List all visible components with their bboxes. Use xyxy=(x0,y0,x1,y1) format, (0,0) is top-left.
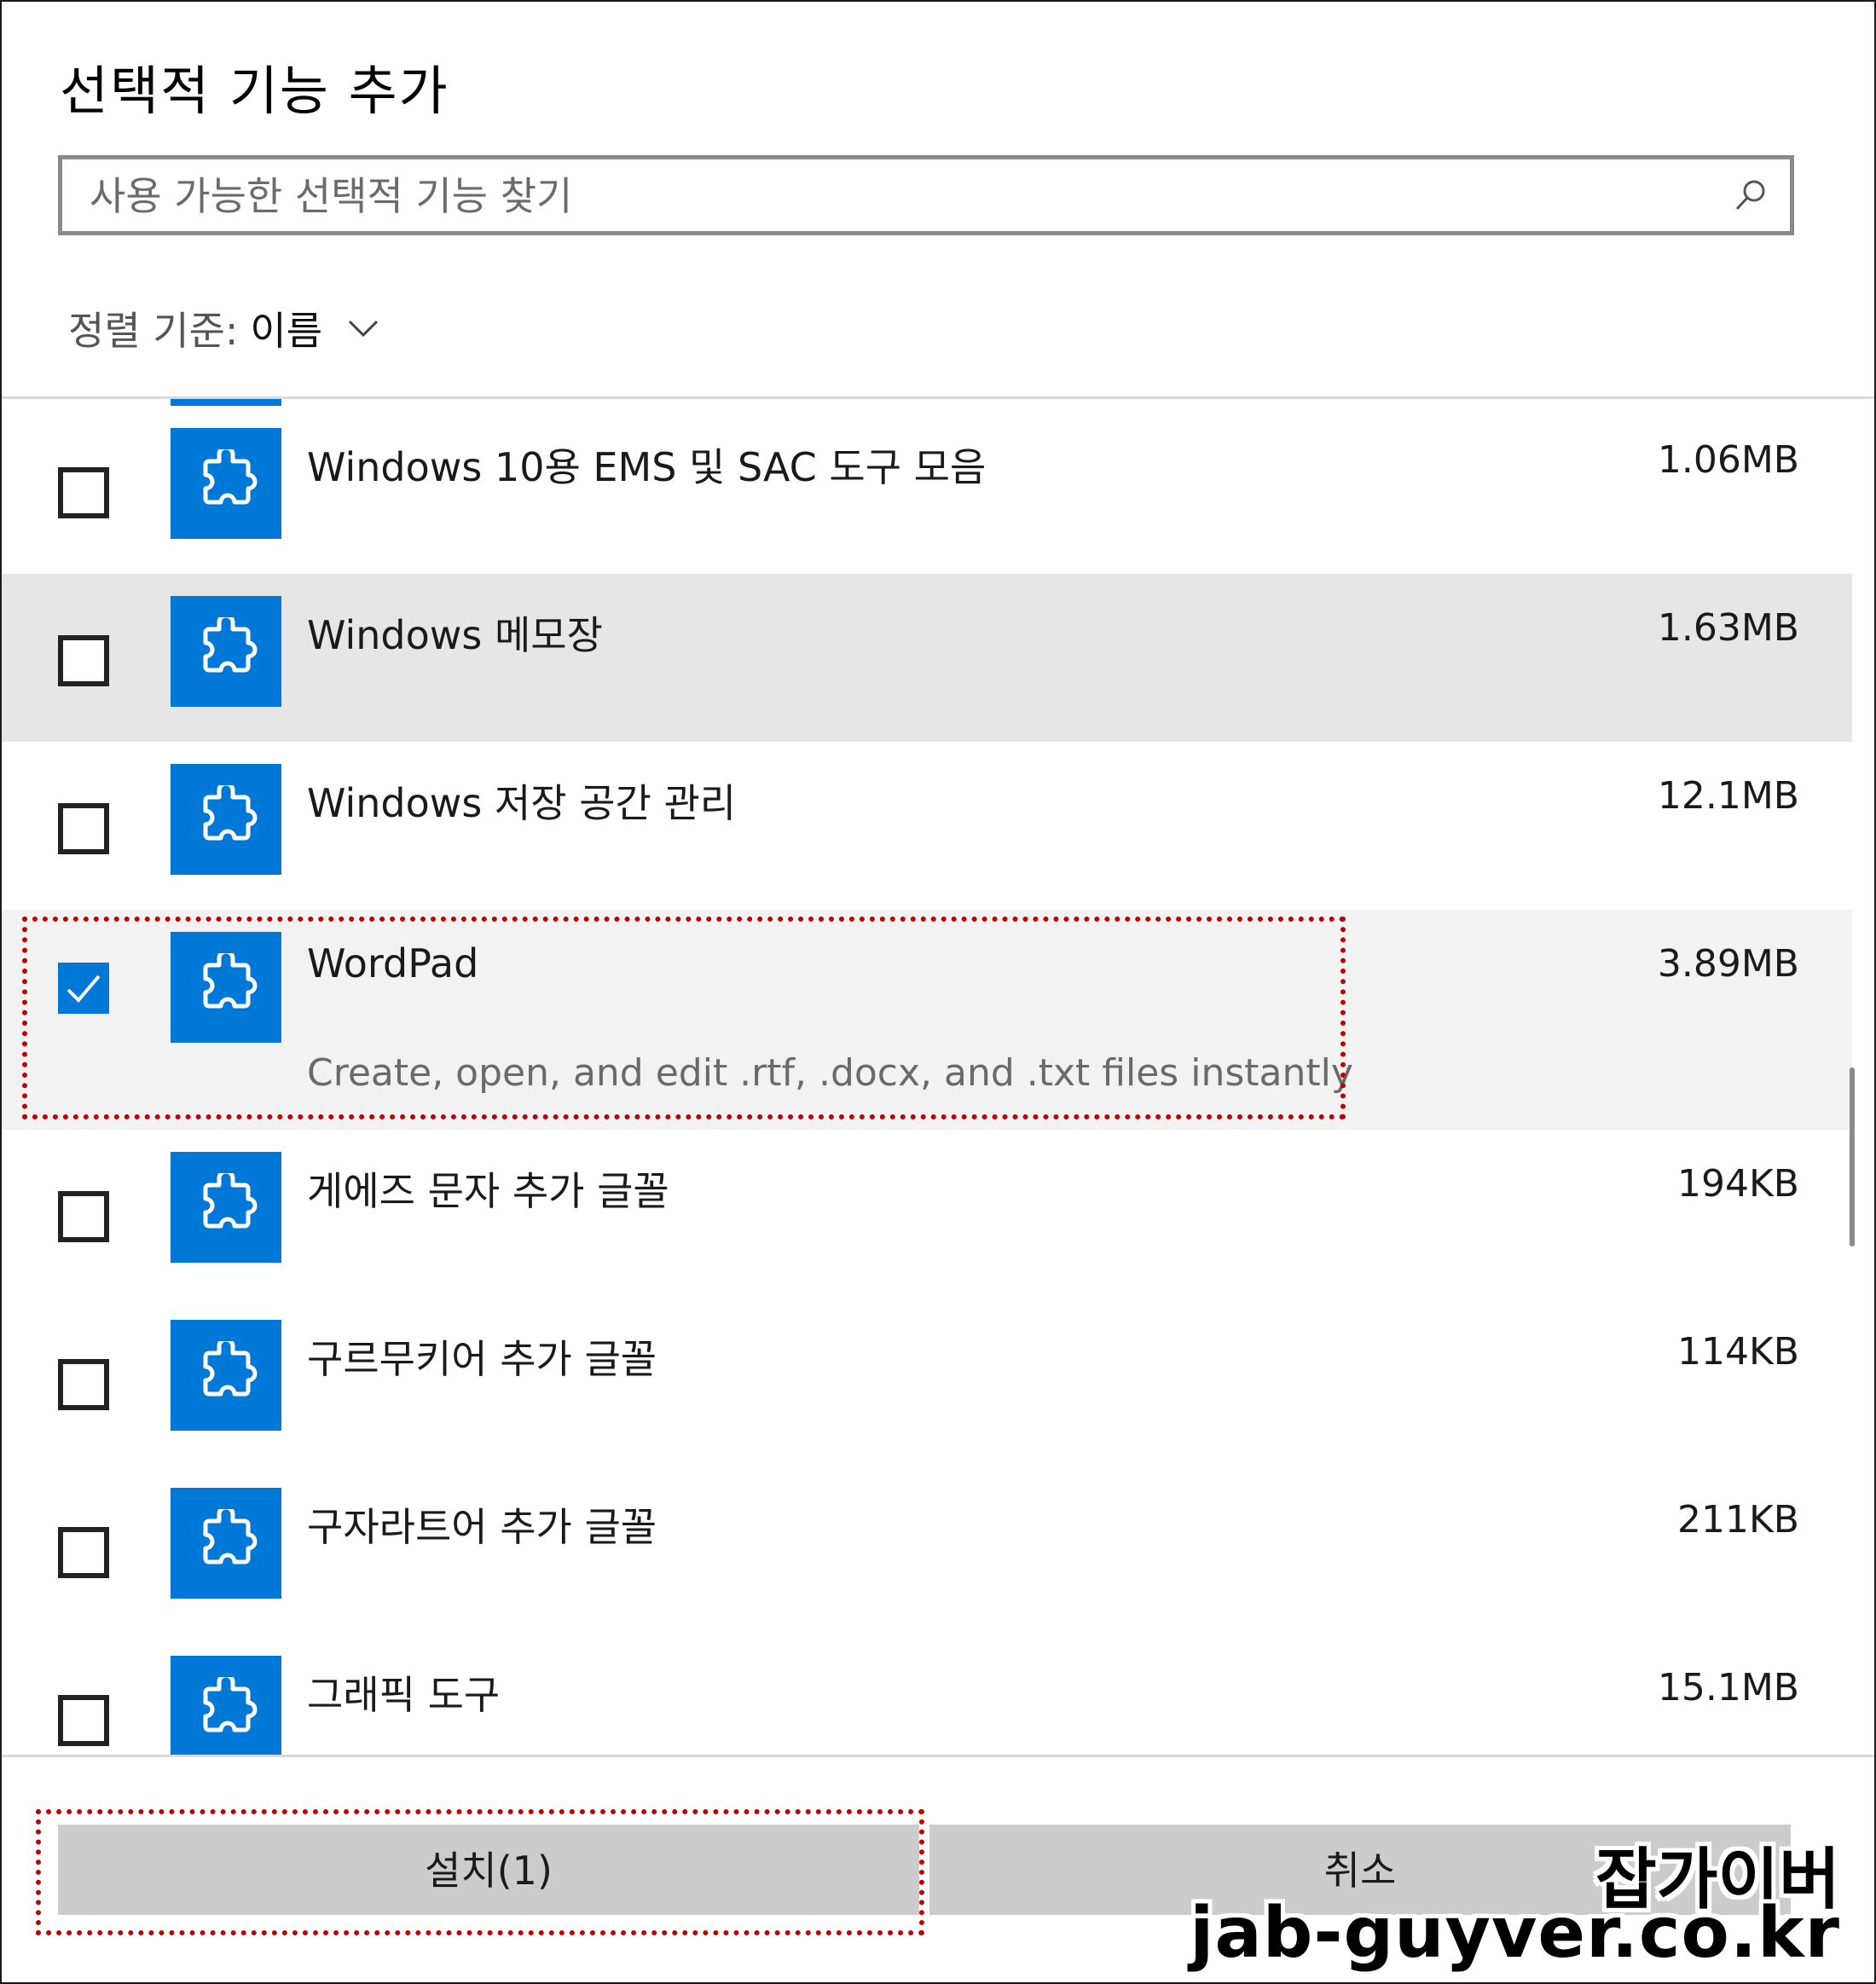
feature-description: Create, open, and edit .rtf, .docx, and … xyxy=(307,1051,1353,1095)
puzzle-piece-icon xyxy=(171,1656,281,1755)
checkbox[interactable] xyxy=(58,467,109,518)
feature-row[interactable]: Windows 10용 EMS 및 SAC 도구 모음 1.06MB xyxy=(2,406,1852,574)
search-input[interactable] xyxy=(88,159,1711,233)
scrollbar[interactable] xyxy=(1850,1067,1855,1247)
feature-size: 3.89MB xyxy=(1657,942,1799,986)
puzzle-piece-icon xyxy=(171,596,281,707)
feature-row[interactable]: Windows 저장 공간 관리 12.1MB xyxy=(2,742,1852,910)
feature-name: Windows 메모장 xyxy=(307,612,603,658)
checkbox[interactable] xyxy=(58,803,109,854)
feature-row[interactable]: 게에즈 문자 추가 글꼴 194KB xyxy=(2,1130,1852,1298)
feature-size: 1.06MB xyxy=(1657,438,1799,482)
feature-name: Windows 10용 EMS 및 SAC 도구 모음 xyxy=(307,444,987,490)
puzzle-piece-icon xyxy=(171,764,281,875)
feature-row[interactable]: 구르무키어 추가 글꼴 114KB xyxy=(2,1298,1852,1466)
feature-size: 114KB xyxy=(1676,1330,1799,1374)
feature-name: Windows 저장 공간 관리 xyxy=(307,780,737,826)
feature-icon-partial xyxy=(171,399,281,406)
checkbox[interactable] xyxy=(58,1191,109,1242)
feature-row[interactable]: 구자라트어 추가 글꼴 211KB xyxy=(2,1466,1852,1634)
puzzle-piece-icon xyxy=(171,1152,281,1263)
puzzle-piece-icon xyxy=(171,932,281,1043)
feature-list[interactable]: Windows 10용 EMS 및 SAC 도구 모음 1.06MB Windows… xyxy=(2,399,1874,1755)
search-icon[interactable] xyxy=(1734,178,1768,212)
feature-size: 15.1MB xyxy=(1657,1666,1799,1709)
checkbox[interactable] xyxy=(58,635,109,686)
footer-divider xyxy=(2,1755,1874,1757)
checkbox[interactable] xyxy=(58,1359,109,1410)
feature-row[interactable]: 그래픽 도구 15.1MB xyxy=(2,1634,1852,1755)
feature-row[interactable]: Windows 메모장 1.63MB xyxy=(2,574,1852,742)
feature-size: 1.63MB xyxy=(1657,606,1799,650)
puzzle-piece-icon xyxy=(171,1320,281,1431)
sort-value[interactable]: 이름 xyxy=(250,300,322,356)
install-button[interactable]: 설치(1) xyxy=(58,1825,919,1915)
checkbox-checked[interactable] xyxy=(58,963,109,1014)
feature-size: 211KB xyxy=(1676,1498,1799,1542)
watermark-url: jab-guyver.co.kr xyxy=(1190,1893,1840,1974)
feature-name: WordPad xyxy=(307,940,479,986)
feature-name: 구자라트어 추가 글꼴 xyxy=(307,1504,657,1550)
search-box[interactable] xyxy=(58,155,1794,235)
feature-name: 구르무키어 추가 글꼴 xyxy=(307,1336,657,1382)
feature-name: 게에즈 문자 추가 글꼴 xyxy=(307,1168,669,1214)
feature-size: 12.1MB xyxy=(1657,774,1799,818)
feature-size: 194KB xyxy=(1676,1162,1799,1206)
chevron-down-icon[interactable] xyxy=(346,311,380,345)
puzzle-piece-icon xyxy=(171,1488,281,1599)
optional-features-dialog: 선택적 기능 추가 정렬 기준: 이름 Windows 10용 EMS 및 SA… xyxy=(0,0,1876,1984)
checkmark-icon xyxy=(67,975,101,1003)
feature-name: 그래픽 도구 xyxy=(307,1672,501,1718)
checkbox[interactable] xyxy=(58,1695,109,1746)
sort-label: 정렬 기준: xyxy=(68,308,239,354)
puzzle-piece-icon xyxy=(171,428,281,539)
sort-dropdown[interactable]: 정렬 기준: 이름 xyxy=(68,300,380,356)
page-title: 선택적 기능 추가 xyxy=(60,60,449,122)
feature-row[interactable]: WordPad 3.89MB Create, open, and edit .rtf… xyxy=(2,910,1852,1130)
checkbox[interactable] xyxy=(58,1527,109,1578)
